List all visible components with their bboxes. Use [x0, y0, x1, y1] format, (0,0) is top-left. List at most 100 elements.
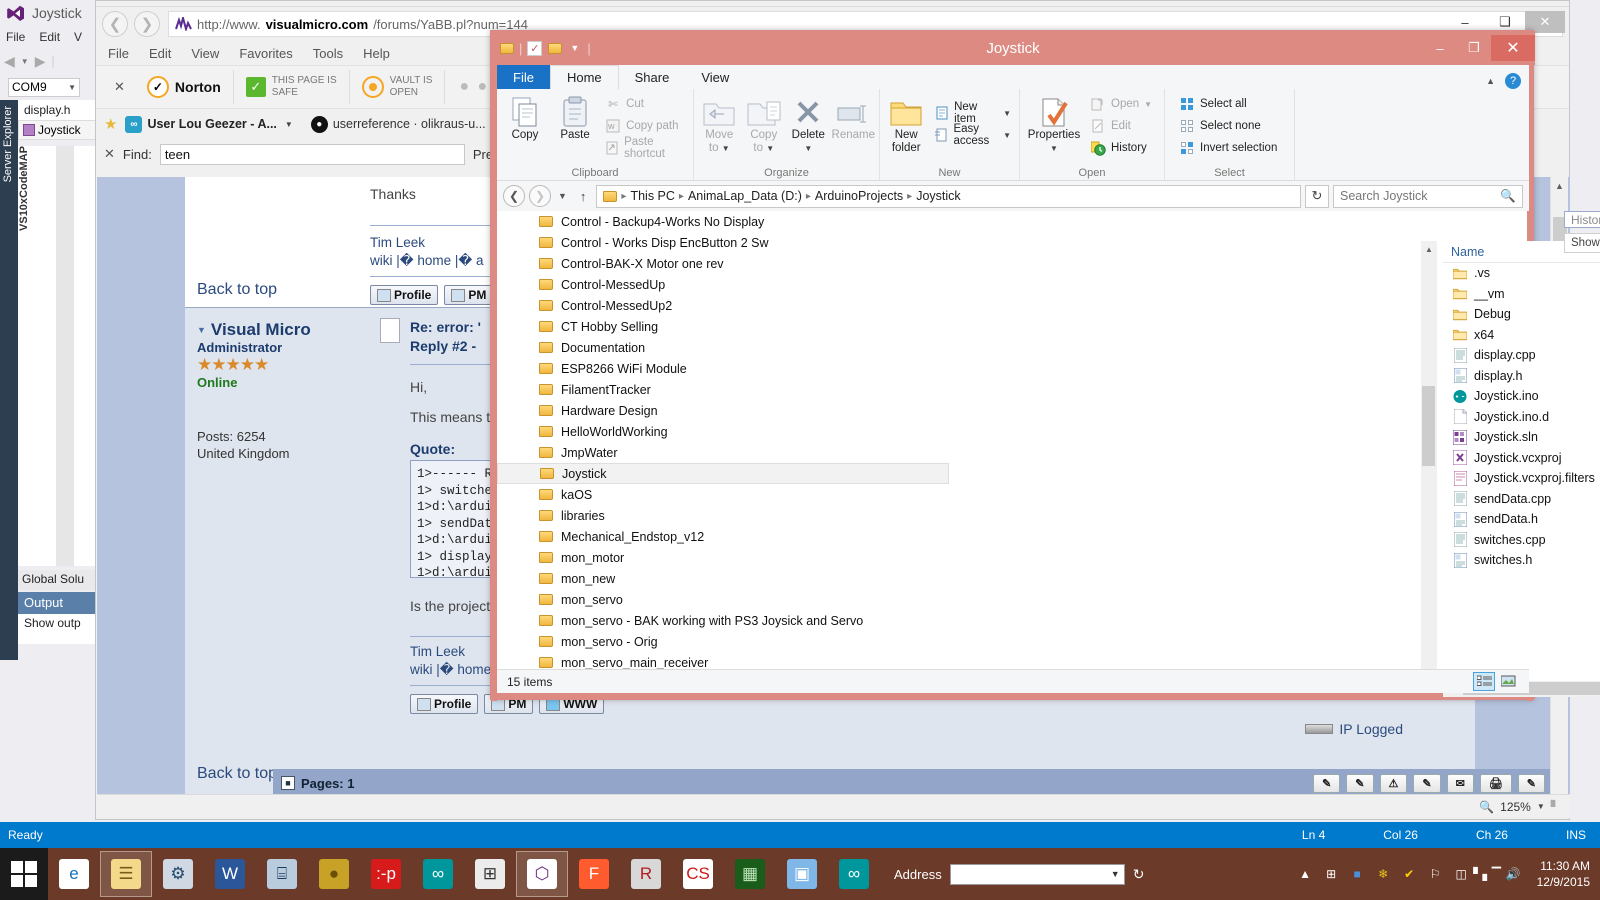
taskbar-item-visual-studio[interactable]: ⬡ [516, 851, 568, 897]
reply-button[interactable]: ✎ [1313, 773, 1341, 793]
taskbar-item-internet-explorer[interactable]: e [48, 851, 100, 897]
norton-vault-status[interactable]: VAULT IS OPEN [350, 70, 446, 104]
norton-brand[interactable]: ✓ Norton [135, 70, 234, 104]
clock[interactable]: 11:30 AM 12/9/2015 [1531, 858, 1590, 890]
copy-button[interactable]: Copy [501, 93, 549, 159]
new-item-button[interactable]: New item ▼ [930, 101, 1015, 125]
file-row[interactable]: display.cpp12/5/2015 9:08 PMCPP File7 KB [1443, 345, 1600, 366]
ie-menu-file[interactable]: File [108, 46, 129, 61]
taskbar-item-microsoft-word[interactable]: W [204, 851, 256, 897]
tree-item[interactable]: Control-MessedUp [497, 274, 949, 295]
ie-menu-favorites[interactable]: Favorites [239, 46, 292, 61]
send-topic-button[interactable]: ✉ [1446, 773, 1474, 793]
vs-tab-displayh[interactable]: display.h [18, 100, 96, 120]
recommend-button[interactable]: ✎ [1413, 773, 1441, 793]
vs-back-icon[interactable]: ◀ [4, 53, 15, 70]
tab-home[interactable]: Home [549, 65, 619, 89]
find-close-icon[interactable]: ✕ [104, 146, 115, 162]
signal-icon[interactable]: ▘▖▔ [1473, 866, 1501, 883]
explorer-forward-button[interactable]: ❯ [529, 185, 551, 207]
taskbar-item-media-app[interactable]: ● [308, 851, 360, 897]
breadcrumb-item-3[interactable]: Joystick [916, 189, 960, 203]
tree-item[interactable]: Control-BAK-X Motor one rev [497, 253, 949, 274]
details-view-button[interactable] [1473, 672, 1495, 691]
properties-dropdown-icon[interactable]: ▼ [1050, 142, 1058, 155]
norton-page-status[interactable]: ✓ THIS PAGE IS SAFE [234, 70, 350, 104]
search-input[interactable]: Search Joystick 🔍 [1333, 184, 1523, 208]
ie-menu-view[interactable]: View [191, 46, 219, 61]
chevron-down-icon-2[interactable]: ▼ [1003, 131, 1011, 140]
norton-tray-icon[interactable]: ✔ [1401, 866, 1418, 883]
back-to-top-link-2[interactable]: Back to top [197, 765, 277, 783]
find-input[interactable]: teen [159, 143, 465, 165]
delete-button[interactable]: Delete ▼ [787, 93, 830, 155]
post-2-subject[interactable]: Re: error: ' [410, 319, 481, 335]
taskbar-go-button[interactable]: ↻ [1133, 866, 1145, 883]
tree-item[interactable]: mon_servo - Orig [497, 631, 949, 652]
resize-grip-icon[interactable]: ▘ [1551, 800, 1560, 814]
tree-item[interactable]: Joystick [497, 463, 949, 484]
favorite-item-1[interactable]: ∞ User Lou Geezer - A... [125, 115, 277, 133]
breadcrumb-item-0[interactable]: This PC [630, 189, 674, 203]
chevron-down-icon[interactable]: ▼ [567, 41, 582, 56]
new-folder-button[interactable]: New folder [884, 93, 928, 155]
file-row[interactable]: x6412/9/2015 10:23 AMFile folder [1443, 325, 1600, 346]
chevron-down-icon[interactable]: ▼ [1003, 109, 1011, 118]
file-row[interactable]: __vm12/9/2015 10:08 AMFile folder [1443, 284, 1600, 305]
pages-icon[interactable]: ■ [281, 776, 295, 790]
explorer-back-button[interactable]: ❮ [503, 185, 525, 207]
network-app-icon[interactable]: ■ [1349, 866, 1366, 883]
back-to-top-link-1[interactable]: Back to top [197, 281, 277, 299]
tree-item[interactable]: libraries [497, 505, 949, 526]
tree-item[interactable]: mon_servo [497, 589, 949, 610]
file-row[interactable]: Debug12/9/2015 10:10 AMFile folder [1443, 304, 1600, 325]
flower-icon[interactable]: ❄ [1375, 866, 1392, 883]
favorite-item-2[interactable]: ● userreference · olikraus-u... [310, 115, 486, 133]
new-folder-icon[interactable]: ✓ [527, 40, 543, 56]
print-button[interactable]: 🖨 [1479, 773, 1512, 793]
file-row[interactable]: Joystick.vcxproj12/9/2015 10:10 AMVC++ P… [1443, 448, 1600, 469]
zoom-dropdown-icon[interactable]: ▼ [1537, 802, 1545, 811]
vs-back-dropdown-icon[interactable]: ▼ [21, 57, 29, 66]
vs-menu-file[interactable]: File [6, 30, 25, 44]
collapse-ribbon-icon[interactable]: ▲ [1486, 76, 1495, 86]
ie-menu-edit[interactable]: Edit [149, 46, 171, 61]
file-row[interactable]: sendData.h12/9/2015 9:59 AMH File1 KB [1443, 509, 1600, 530]
add-poll-button[interactable]: ✎ [1346, 773, 1374, 793]
tree-item[interactable]: Control-MessedUp2 [497, 295, 949, 316]
taskbar-item-notepadpp[interactable]: :-p [360, 851, 412, 897]
forward-button[interactable]: ❯ [134, 11, 160, 37]
tree-item[interactable]: ESP8266 WiFi Module [497, 358, 949, 379]
chevron-down-icon[interactable]: ▼ [1111, 869, 1120, 879]
flag-icon[interactable]: ⚐ [1427, 866, 1444, 883]
nav-scroll-up-icon[interactable]: ▲ [1421, 241, 1437, 257]
paste-shortcut-button[interactable]: Paste shortcut [601, 136, 689, 160]
paste-button[interactable]: Paste [551, 93, 599, 159]
folder-icon[interactable] [499, 41, 514, 56]
norton-close-icon[interactable]: ✕ [104, 79, 135, 95]
tab-share[interactable]: Share [619, 65, 686, 89]
file-row[interactable]: sendData.cpp12/9/2015 10:18 AMCPP File1 … [1443, 489, 1600, 510]
ie-menu-help[interactable]: Help [363, 46, 390, 61]
tree-item[interactable]: CT Hobby Selling [497, 316, 949, 337]
tree-item[interactable]: FilamentTracker [497, 379, 949, 400]
tree-item[interactable]: Mechanical_Endstop_v12 [497, 526, 949, 547]
volume-icon[interactable]: 🔊 [1505, 866, 1522, 883]
file-row[interactable]: Joystick.vcxproj.filters12/9/2015 10:10 … [1443, 468, 1600, 489]
taskbar-item-r-studio[interactable]: R [620, 851, 672, 897]
large-icons-view-button[interactable] [1497, 672, 1519, 691]
tree-item[interactable]: JmpWater [497, 442, 949, 463]
select-all-button[interactable]: Select all [1175, 93, 1281, 115]
taskbar-item-eagle-cad[interactable]: CS [672, 851, 724, 897]
breadcrumb-item-1[interactable]: AnimaLap_Data (D:) [688, 189, 802, 203]
mark-unread-button[interactable]: ✎ [1517, 773, 1545, 793]
chevron-down-icon-3[interactable]: ▼ [1144, 100, 1152, 109]
explorer-maximize-button[interactable]: ❐ [1457, 35, 1491, 61]
battery-icon[interactable]: ◫ [1453, 866, 1470, 883]
taskbar-item-settings-app[interactable]: ⚙ [152, 851, 204, 897]
taskbar-item-calculator[interactable]: ⌸ [256, 851, 308, 897]
select-none-button[interactable]: Select none [1175, 115, 1281, 137]
collapse-icon[interactable]: ▼ [197, 325, 206, 335]
taskbar-item-arduino-ide[interactable]: ∞ [412, 851, 464, 897]
zoom-level[interactable]: 125% [1500, 800, 1531, 814]
